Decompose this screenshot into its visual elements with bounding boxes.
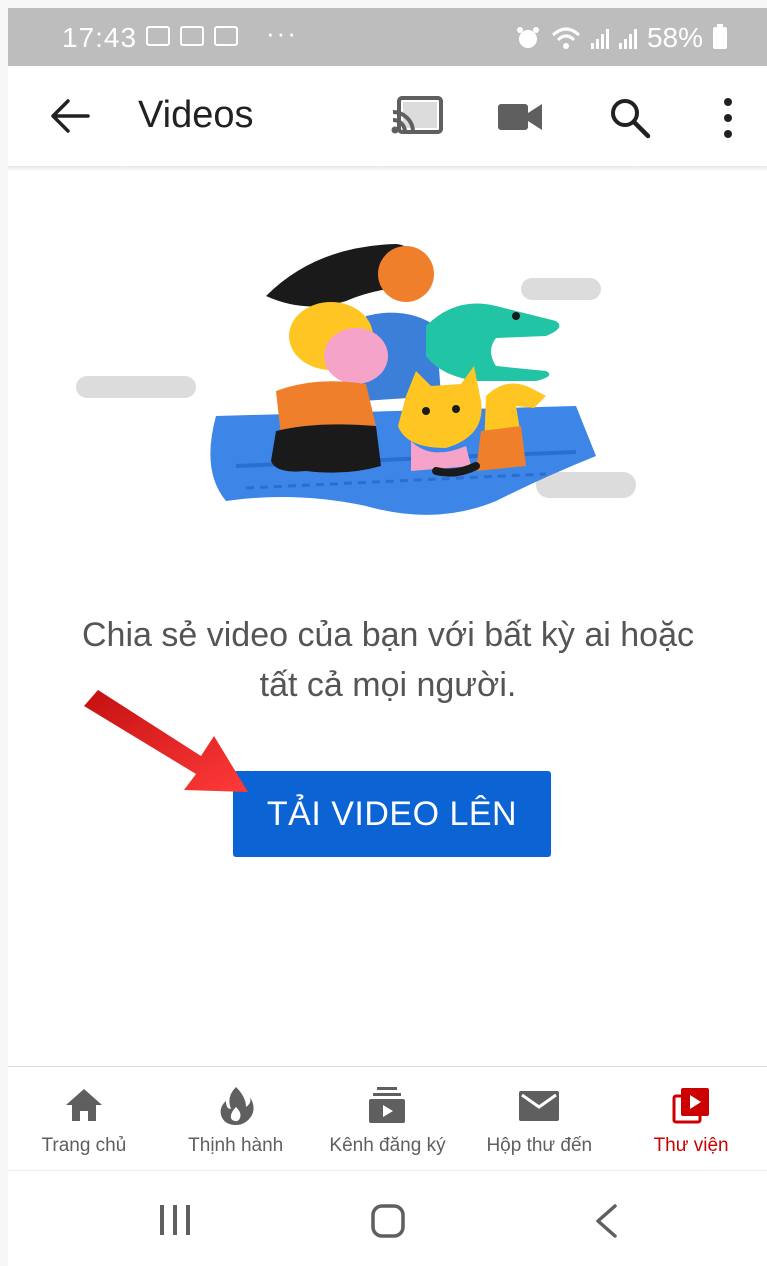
bottom-navigation: Trang chủ Thịnh hành Kênh đăng ký Hộp th… (8, 1066, 767, 1171)
search-icon[interactable] (608, 96, 652, 140)
battery-icon (713, 24, 727, 49)
wifi-icon (551, 27, 580, 49)
nav-item-trending[interactable]: Thịnh hành (160, 1067, 312, 1171)
trending-flame-icon (220, 1087, 254, 1125)
signal-icon (590, 27, 609, 49)
app-screen: 17:43 ··· 58% Videos Chia sẻ video của b… (8, 8, 767, 1266)
app-bar: Videos (8, 66, 767, 172)
annotation-arrow-icon (84, 690, 248, 792)
status-bar: 17:43 ··· 58% (8, 8, 767, 66)
nav-item-inbox[interactable]: Hộp thư đến (463, 1067, 615, 1171)
nav-item-library[interactable]: Thư viện (615, 1067, 767, 1171)
page-title: Videos (138, 94, 254, 136)
back-button-icon[interactable] (593, 1203, 619, 1239)
app-notification-icon (180, 26, 204, 46)
arrow-back-icon[interactable] (48, 96, 92, 136)
more-vert-icon[interactable] (720, 96, 736, 140)
gallery-notification-icon (146, 26, 170, 46)
status-time: 17:43 (62, 22, 138, 53)
signal-icon-2 (618, 27, 637, 49)
share-video-illustration (76, 244, 636, 515)
status-right: 58% (515, 22, 727, 54)
battery-percent: 58% (646, 22, 703, 53)
home-icon (65, 1089, 102, 1121)
nav-label-inbox: Hộp thư đến (486, 1135, 593, 1156)
video-camera-icon[interactable] (498, 102, 542, 132)
nav-label-subscriptions: Kênh đăng ký (329, 1135, 446, 1156)
nav-item-subscriptions[interactable]: Kênh đăng ký (312, 1067, 464, 1171)
nav-label-library: Thư viện (653, 1135, 729, 1156)
alarm-icon (516, 27, 539, 48)
more-notifications-dots: ··· (266, 18, 298, 48)
notification-icons (146, 26, 238, 46)
nav-label-trending: Thịnh hành (188, 1135, 284, 1156)
nav-label-home: Trang chủ (41, 1135, 127, 1156)
upload-video-button[interactable]: TẢI VIDEO LÊN (233, 771, 551, 857)
library-icon (672, 1088, 710, 1124)
message-notification-icon (214, 26, 238, 46)
subscriptions-icon (369, 1087, 406, 1123)
cast-icon[interactable] (391, 96, 443, 136)
inbox-mail-icon (519, 1091, 560, 1121)
nav-item-home[interactable]: Trang chủ (8, 1067, 160, 1171)
recent-apps-icon[interactable] (158, 1203, 192, 1237)
system-navigation-bar (8, 1170, 767, 1266)
home-button-icon[interactable] (370, 1203, 406, 1239)
